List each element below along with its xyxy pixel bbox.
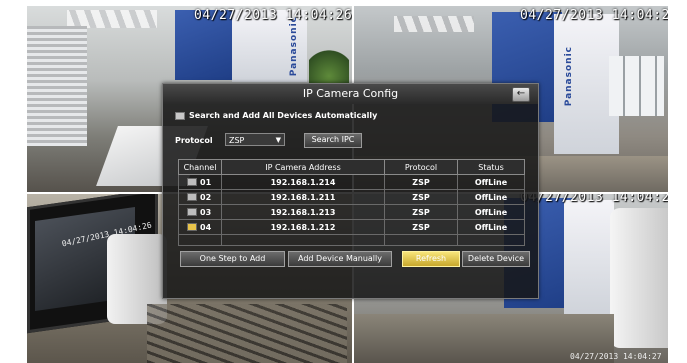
protocol-cell: ZSP — [384, 219, 458, 235]
search-all-option[interactable]: Search and Add All Devices Automatically — [175, 111, 377, 120]
search-all-label: Search and Add All Devices Automatically — [189, 111, 378, 120]
channel-cell: 01 — [200, 177, 212, 187]
search-all-checkbox[interactable] — [175, 111, 185, 120]
address-cell: 192.168.1.212 — [221, 219, 385, 235]
dvr-screen: Panasonic 04/27/2013 14:04:26 Panasonic … — [0, 0, 687, 363]
camera-box-white — [564, 200, 614, 315]
table-row[interactable]: 04 192.168.1.212 ZSP OffLine — [178, 219, 525, 235]
status-cell: OffLine — [457, 204, 525, 220]
column-header: Status — [457, 159, 525, 175]
chevron-down-icon: ▼ — [275, 136, 281, 144]
protocol-value: ZSP — [229, 136, 245, 145]
protocol-cell: ZSP — [384, 204, 458, 220]
search-ipc-button[interactable]: Search IPC — [304, 133, 362, 148]
row-checkbox[interactable] — [187, 208, 197, 216]
protocol-label: Protocol — [175, 136, 213, 145]
dialog-title: IP Camera Config — [163, 84, 538, 104]
address-cell: 192.168.1.211 — [221, 189, 385, 205]
address-cell: 192.168.1.214 — [221, 174, 385, 190]
camera-device — [610, 208, 668, 348]
add-device-manually-button[interactable]: Add Device Manually — [288, 251, 392, 267]
ip-camera-table: Channel IP Camera Address Protocol Statu… — [178, 159, 525, 246]
back-arrow-icon[interactable]: ← — [512, 87, 530, 102]
row-checkbox[interactable] — [187, 223, 197, 231]
column-header: Channel — [178, 159, 222, 175]
table-row[interactable]: 03 192.168.1.213 ZSP OffLine — [178, 204, 525, 220]
corner-timestamp: 04/27/2013 14:04:27 — [570, 352, 662, 361]
row-checkbox[interactable] — [187, 178, 197, 186]
feed-timestamp: 04/27/2013 14:04:26 — [520, 194, 668, 205]
cables — [147, 304, 347, 363]
window-blinds — [27, 26, 87, 146]
brand-label: Panasonic — [564, 46, 574, 107]
brand-label: Panasonic — [289, 16, 299, 77]
address-cell: 192.168.1.213 — [221, 204, 385, 220]
status-cell: OffLine — [457, 174, 525, 190]
empty-row — [178, 234, 525, 246]
row-checkbox[interactable] — [187, 193, 197, 201]
feed-timestamp: 04/27/2013 14:04:26 — [520, 8, 668, 23]
delete-device-button[interactable]: Delete Device — [462, 251, 530, 267]
protocol-cell: ZSP — [384, 174, 458, 190]
ip-camera-config-dialog: IP Camera Config ← Search and Add All De… — [162, 83, 539, 299]
feed-timestamp: 04/27/2013 14:04:26 — [194, 8, 352, 23]
one-step-to-add-button[interactable]: One Step to Add — [180, 251, 285, 267]
refresh-button[interactable]: Refresh — [402, 251, 460, 267]
status-cell: OffLine — [457, 219, 525, 235]
channel-cell: 04 — [200, 222, 212, 232]
table-header-row: Channel IP Camera Address Protocol Statu… — [178, 159, 525, 175]
ceiling-lights — [394, 16, 474, 32]
status-cell: OffLine — [457, 189, 525, 205]
channel-cell: 02 — [200, 192, 212, 202]
protocol-select[interactable]: ZSP ▼ — [225, 133, 285, 146]
protocol-cell: ZSP — [384, 189, 458, 205]
table-row[interactable]: 01 192.168.1.214 ZSP OffLine — [178, 174, 525, 190]
column-header: Protocol — [384, 159, 458, 175]
table-row[interactable]: 02 192.168.1.211 ZSP OffLine — [178, 189, 525, 205]
channel-cell: 03 — [200, 207, 212, 217]
window — [609, 56, 664, 116]
column-header: IP Camera Address — [221, 159, 385, 175]
